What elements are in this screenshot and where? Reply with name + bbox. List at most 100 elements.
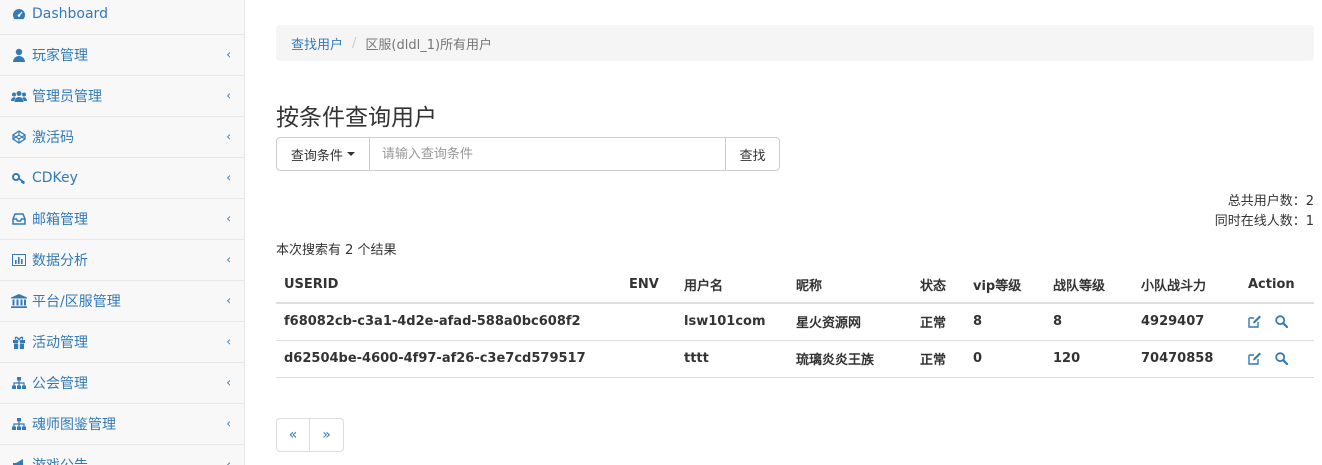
cell-env — [621, 303, 676, 341]
search-icon[interactable] — [1274, 315, 1288, 329]
cell-team-level: 120 — [1045, 340, 1133, 378]
edit-icon[interactable] — [1248, 352, 1262, 365]
cell-username: tttt — [676, 340, 788, 378]
query-condition-dropdown[interactable]: 查询条件 — [276, 137, 370, 171]
bar-chart-icon — [11, 252, 27, 268]
sidebar-item-soul-master-atlas[interactable]: 魂师图鉴管理 ‹ — [0, 404, 244, 445]
chevron-left-icon: ‹ — [226, 375, 231, 390]
user-icon — [11, 47, 27, 63]
bullhorn-icon — [11, 457, 27, 465]
sidebar-item-events[interactable]: 活动管理 ‹ — [0, 322, 244, 363]
search-icon[interactable] — [1274, 352, 1288, 365]
sidebar-item-players[interactable]: 玩家管理 ‹ — [0, 35, 244, 76]
column-header-env: ENV — [621, 266, 676, 304]
table-header-row: USERID ENV 用户名 昵称 状态 vip等级 战队等级 小队战斗力 Ac… — [276, 266, 1314, 304]
sidebar-item-label: 魂师图鉴管理 — [32, 417, 116, 433]
sitemap-icon — [11, 375, 27, 391]
dropdown-label: 查询条件 — [290, 148, 343, 164]
sidebar: Dashboard 玩家管理 ‹ 管理员管理 ‹ 激活码 ‹ CDKey ‹ 邮… — [0, 0, 245, 465]
cell-env — [621, 340, 676, 378]
sitemap-icon — [11, 416, 27, 432]
inbox-icon — [11, 211, 27, 227]
chevron-left-icon: ‹ — [226, 334, 231, 349]
column-header-team-level: 战队等级 — [1045, 266, 1133, 304]
search-group: 查询条件 查找 — [276, 137, 780, 171]
cell-status: 正常 — [912, 303, 965, 341]
gift-icon — [11, 334, 27, 350]
sidebar-item-label: CDKey — [32, 170, 78, 186]
cell-username: lsw101com — [676, 303, 788, 341]
sidebar-item-admins[interactable]: 管理员管理 ‹ — [0, 76, 244, 117]
cell-nickname: 琉璃炎炎王族 — [788, 340, 912, 378]
sidebar-item-label: 平台/区服管理 — [32, 294, 121, 310]
cell-userid: f68082cb-c3a1-4d2e-afad-588a0bc608f2 — [276, 303, 621, 341]
sidebar-item-platform-server[interactable]: 平台/区服管理 ‹ — [0, 281, 244, 322]
table-row: d62504be-4600-4f97-af26-c3e7cd579517 ttt… — [276, 340, 1314, 378]
sidebar-item-label: 游戏公告 — [32, 455, 88, 465]
pagination-next-button[interactable]: » — [310, 418, 344, 452]
chevron-left-icon: ‹ — [226, 293, 231, 308]
column-header-action: Action — [1240, 266, 1314, 304]
sidebar-item-data-analysis[interactable]: 数据分析 ‹ — [0, 240, 244, 281]
users-table: USERID ENV 用户名 昵称 状态 vip等级 战队等级 小队战斗力 Ac… — [276, 266, 1314, 378]
sidebar-item-label: 邮箱管理 — [32, 212, 88, 228]
sidebar-item-announcements[interactable]: 游戏公告 ‹ — [0, 445, 244, 465]
sidebar-item-mailbox[interactable]: 邮箱管理 ‹ — [0, 199, 244, 240]
breadcrumb-separator: / — [352, 35, 357, 51]
bank-icon — [11, 293, 27, 309]
sidebar-item-label: Dashboard — [32, 6, 108, 22]
column-header-username: 用户名 — [676, 266, 788, 304]
search-input[interactable] — [369, 137, 727, 171]
cell-nickname: 星火资源网 — [788, 303, 912, 341]
column-header-nickname: 昵称 — [788, 266, 912, 304]
online-users: 同时在线人数：1 — [1214, 214, 1314, 229]
chevron-left-icon: ‹ — [226, 170, 231, 185]
breadcrumb-link-find-user[interactable]: 查找用户 — [291, 34, 343, 53]
chevron-left-icon: ‹ — [226, 47, 231, 62]
breadcrumb-current: 区服(dldl_1)所有用户 — [365, 37, 493, 53]
chevron-left-icon: ‹ — [226, 457, 231, 465]
sidebar-item-label: 管理员管理 — [32, 89, 102, 105]
pagination-prev-button[interactable]: « — [276, 418, 310, 452]
table-row: f68082cb-c3a1-4d2e-afad-588a0bc608f2 lsw… — [276, 303, 1314, 341]
column-header-userid: USERID — [276, 266, 621, 304]
chevron-left-icon: ‹ — [226, 129, 231, 144]
sidebar-item-label: 玩家管理 — [32, 48, 88, 64]
key-icon — [11, 170, 27, 186]
cell-team-level: 8 — [1045, 303, 1133, 341]
sidebar-item-cdkey[interactable]: CDKey ‹ — [0, 158, 244, 199]
cell-action — [1240, 340, 1314, 378]
sidebar-item-dashboard[interactable]: Dashboard — [0, 0, 244, 35]
sidebar-item-label: 激活码 — [32, 130, 74, 146]
chevron-left-icon: ‹ — [226, 88, 231, 103]
cell-squad-power: 4929407 — [1133, 303, 1240, 341]
pagination: « » — [276, 418, 344, 452]
cell-squad-power: 70470858 — [1133, 340, 1240, 378]
sidebar-item-label: 活动管理 — [32, 335, 88, 351]
cell-status: 正常 — [912, 340, 965, 378]
column-header-vip-level: vip等级 — [965, 266, 1045, 304]
cell-userid: d62504be-4600-4f97-af26-c3e7cd579517 — [276, 340, 621, 378]
column-header-status: 状态 — [912, 266, 965, 304]
page-title: 按条件查询用户 — [276, 105, 437, 131]
total-users: 总共用户数：2 — [1227, 194, 1314, 209]
sidebar-item-guild[interactable]: 公会管理 ‹ — [0, 363, 244, 404]
chevron-left-icon: ‹ — [226, 211, 231, 226]
column-header-squad-power: 小队战斗力 — [1133, 266, 1240, 304]
sidebar-item-activation-code[interactable]: 激活码 ‹ — [0, 117, 244, 158]
caret-down-icon — [346, 152, 355, 156]
users-icon — [11, 88, 27, 104]
cell-vip-level: 8 — [965, 303, 1045, 341]
chevron-left-icon: ‹ — [226, 416, 231, 431]
edit-icon[interactable] — [1248, 315, 1262, 328]
user-stats: 总共用户数：2 同时在线人数：1 — [1215, 192, 1314, 232]
breadcrumb: 查找用户 / 区服(dldl_1)所有用户 — [276, 25, 1314, 61]
result-count: 本次搜索有 2 个结果 — [276, 243, 397, 258]
search-button[interactable]: 查找 — [726, 137, 780, 171]
cell-action — [1240, 303, 1314, 341]
codepen-icon — [11, 129, 27, 145]
dashboard-icon — [11, 6, 27, 22]
cell-vip-level: 0 — [965, 340, 1045, 378]
chevron-left-icon: ‹ — [226, 252, 231, 267]
sidebar-item-label: 公会管理 — [32, 376, 88, 392]
